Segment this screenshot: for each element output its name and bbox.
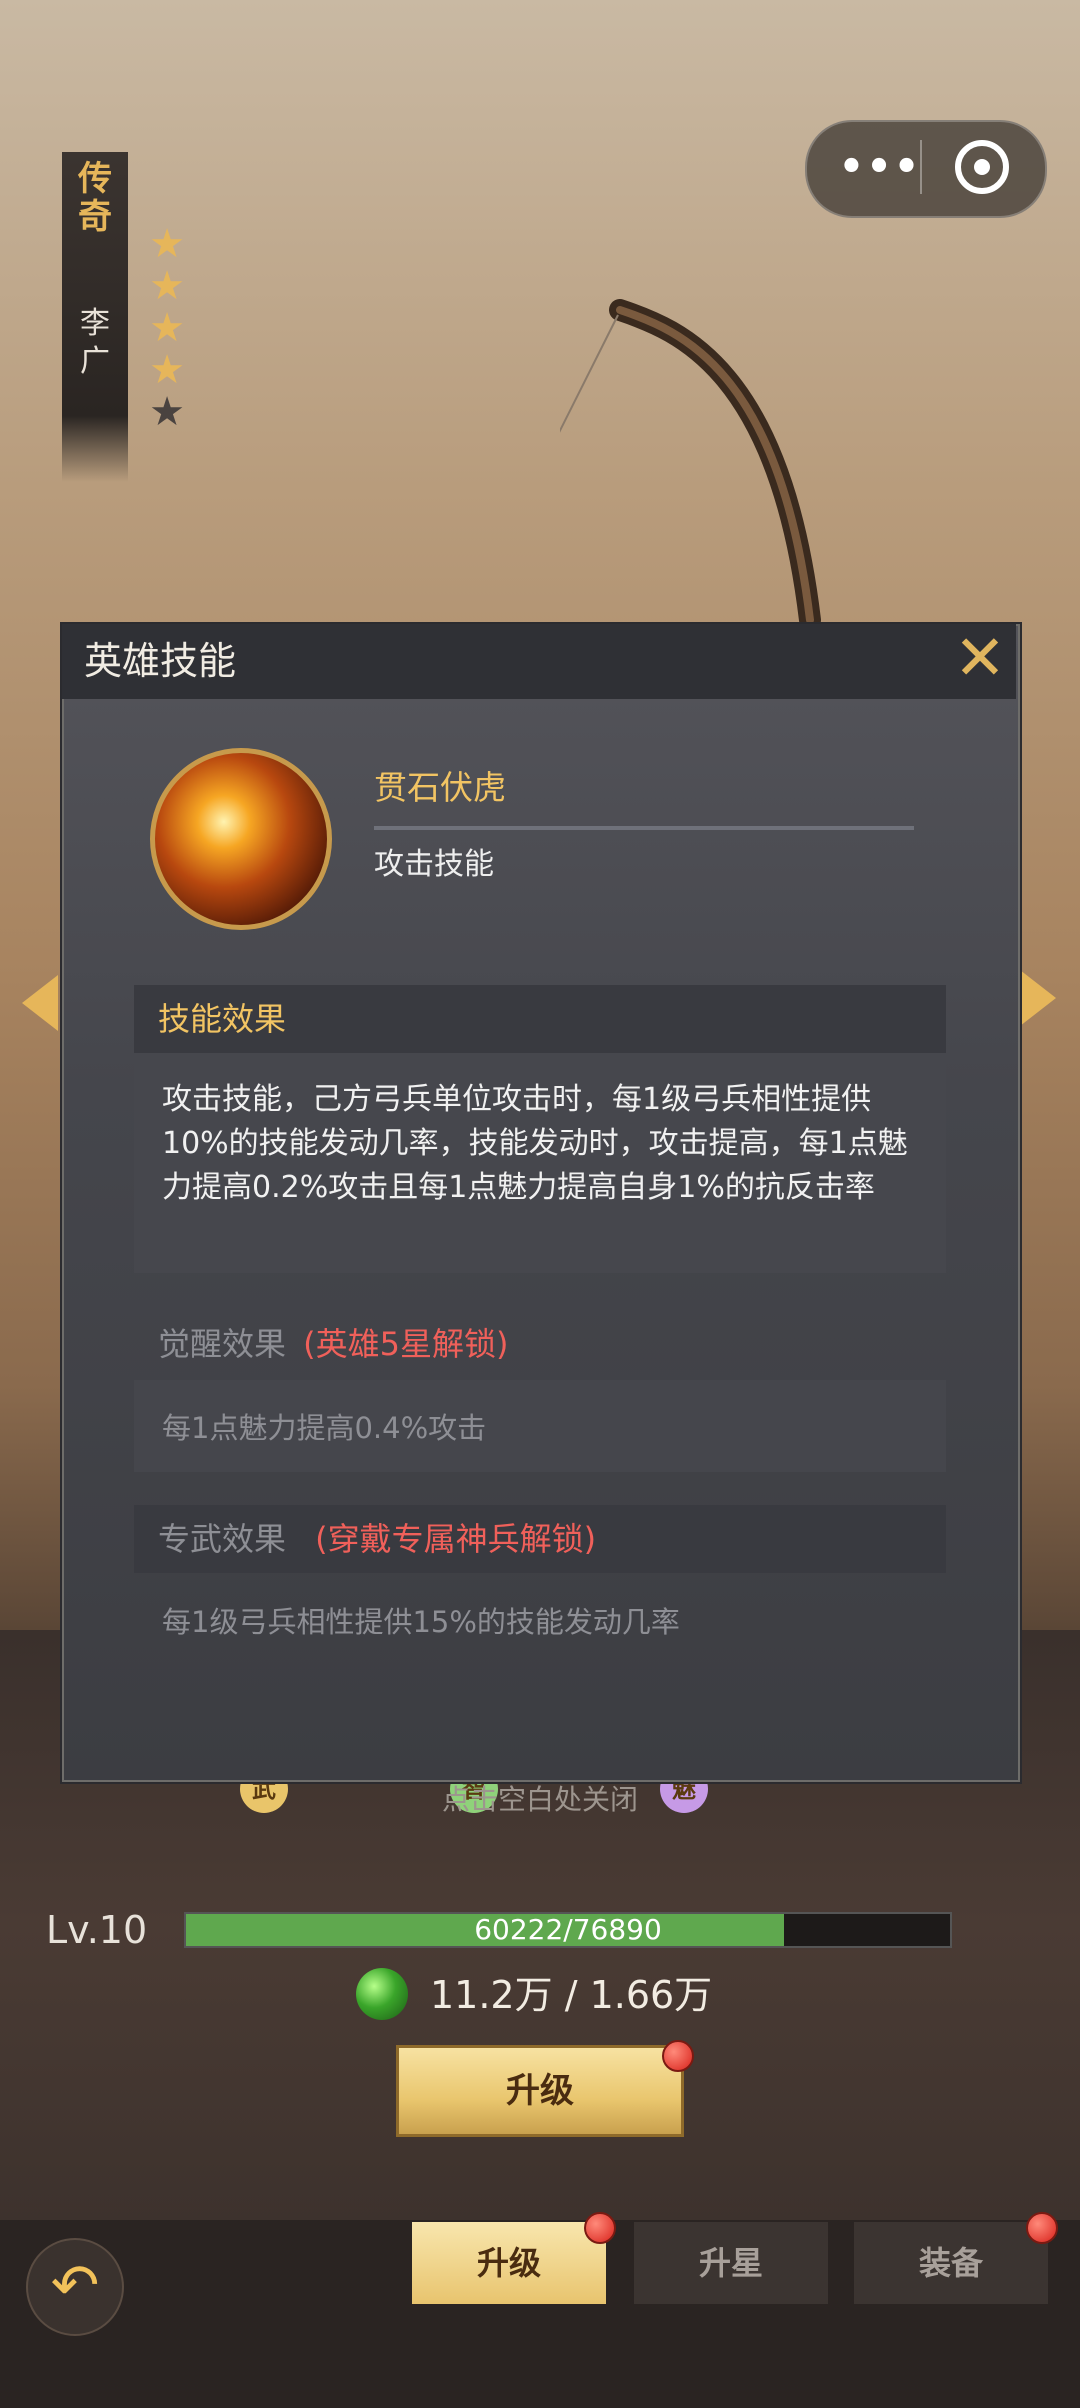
divider [374, 826, 914, 830]
skill-type: 攻击技能 [374, 847, 494, 882]
more-dots-icon[interactable]: ••• [830, 130, 930, 204]
star-filled-icon: ★ [149, 305, 185, 351]
weapon-text: 每1级弓兵相性提供15%的技能发动几率 [162, 1605, 680, 1639]
tab-0[interactable]: 升级 [412, 2222, 606, 2304]
capsule-divider [920, 140, 922, 194]
hero-name: 李广 [80, 306, 110, 379]
target-icon-center [974, 159, 990, 175]
upgrade-button[interactable]: 升级 [396, 2045, 684, 2137]
awake-section-header: 觉醒效果 (英雄5星解锁) [134, 1310, 508, 1378]
awake-title: 觉醒效果 [158, 1325, 287, 1363]
awake-lock: (英雄5星解锁) [303, 1325, 509, 1363]
next-hero-arrow-icon[interactable] [1020, 970, 1056, 1026]
hero-level: Lv.10 [46, 1908, 148, 1952]
star-empty-icon: ★ [149, 389, 185, 435]
bow-illustration [560, 299, 821, 631]
upgrade-cost: 11.2万 / 1.66万 [430, 1973, 713, 2017]
tab-badge [1026, 2212, 1058, 2244]
previous-hero-arrow-icon[interactable] [22, 975, 58, 1031]
weapon-title: 专武效果 [158, 1520, 287, 1558]
weapon-section-header: 专武效果 (穿戴专属神兵解锁) [134, 1505, 946, 1573]
close-icon[interactable]: ✕ [950, 627, 1010, 689]
effect-text: 攻击技能，己方弓兵单位攻击时，每1级弓兵相性提供10%的技能发动几率，技能发动时… [162, 1082, 908, 1205]
skill-icon [150, 748, 332, 930]
hero-rarity: 传奇 [78, 159, 112, 237]
star-filled-icon: ★ [149, 221, 185, 267]
tab-badge [584, 2212, 616, 2244]
dialog-title: 英雄技能 [84, 639, 237, 683]
star-filled-icon: ★ [149, 347, 185, 393]
star-filled-icon: ★ [149, 263, 185, 309]
exp-gem-icon [356, 1968, 408, 2020]
xp-text: 60222/76890 [474, 1913, 662, 1946]
effect-section-header: 技能效果 [134, 985, 946, 1053]
awake-text: 每1点魅力提高0.4%攻击 [162, 1411, 487, 1445]
effect-title: 技能效果 [158, 1000, 287, 1038]
weapon-lock: (穿戴专属神兵解锁) [315, 1520, 597, 1558]
back-arrow-icon[interactable]: ↶ [26, 2238, 124, 2336]
skill-name: 贯石伏虎 [374, 768, 506, 807]
tab-1[interactable]: 升星 [634, 2222, 828, 2304]
upgrade-badge [662, 2040, 694, 2072]
tab-2[interactable]: 装备 [854, 2222, 1048, 2304]
close-hint[interactable]: 点击空白处关闭 [0, 1780, 1080, 1820]
